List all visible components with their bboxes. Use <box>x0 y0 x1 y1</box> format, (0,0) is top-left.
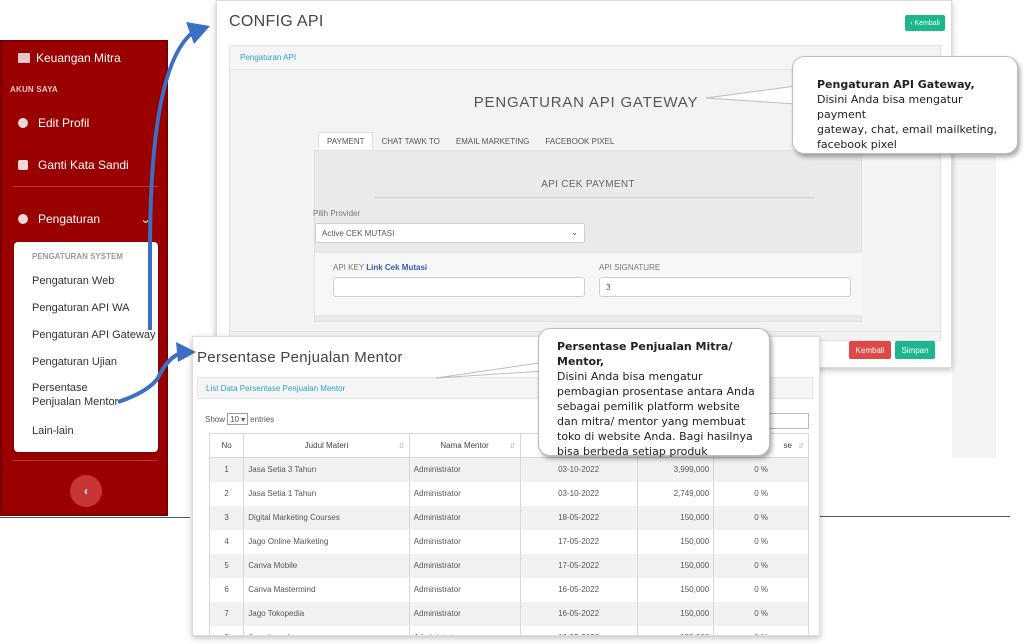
arrow-to-config <box>148 28 198 330</box>
callout-title: Pengaturan API Gateway, <box>817 78 975 91</box>
callout-persentase: Persentase Penjualan Mitra/ Mentor, Disi… <box>538 328 770 458</box>
callout-title: Persentase Penjualan Mitra/ Mentor, <box>557 340 733 368</box>
arrow-to-persentase <box>117 350 185 404</box>
callout-tail <box>705 85 797 105</box>
arrow-head-icon <box>176 342 196 362</box>
callout-api-gateway: Pengaturan API Gateway, Disini Anda bisa… <box>792 56 1018 154</box>
